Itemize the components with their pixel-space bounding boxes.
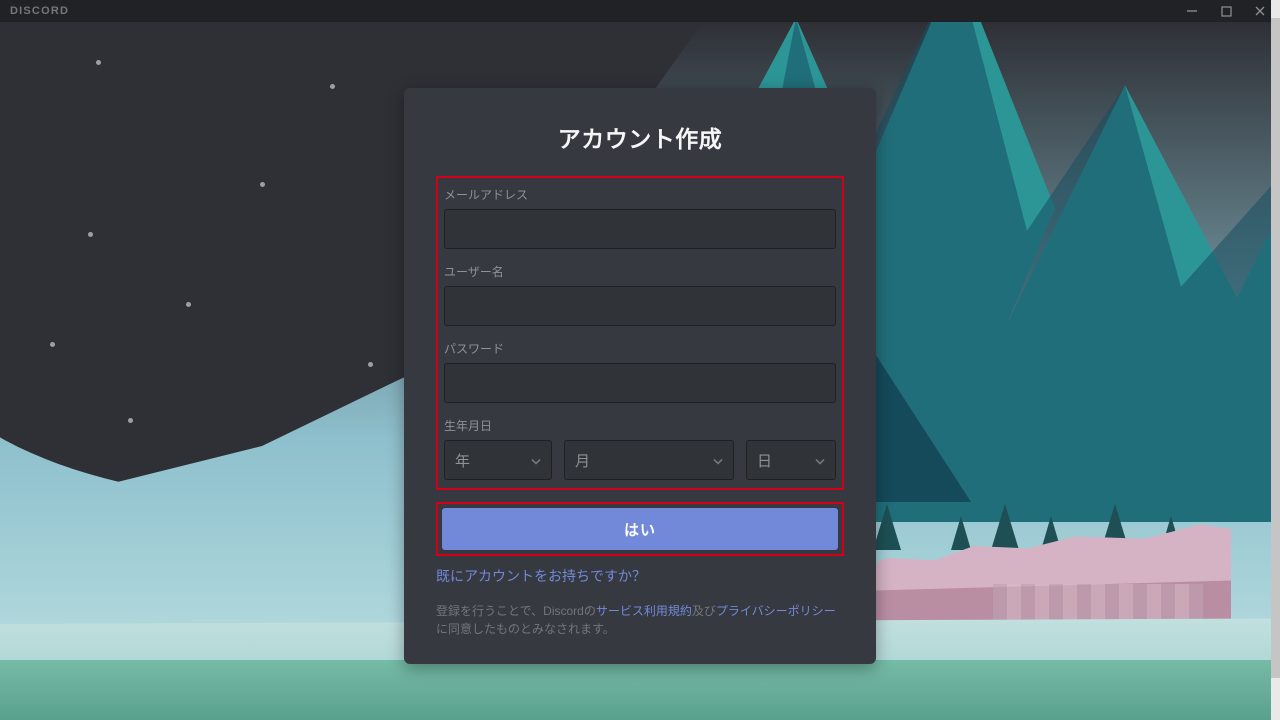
privacy-link[interactable]: プライバシーポリシー bbox=[716, 604, 836, 618]
email-input[interactable] bbox=[444, 209, 836, 249]
dob-month-select[interactable]: 月 bbox=[564, 440, 734, 480]
submit-button[interactable]: はい bbox=[442, 508, 838, 550]
dob-month-value: 月 bbox=[575, 450, 590, 471]
dob-year-value: 年 bbox=[455, 450, 470, 471]
password-input[interactable] bbox=[444, 363, 836, 403]
chevron-down-icon bbox=[713, 452, 723, 469]
chevron-down-icon bbox=[531, 452, 541, 469]
form-fields-highlight: メールアドレス ユーザー名 パスワード 生年月日 年 月 日 bbox=[436, 176, 844, 490]
chevron-down-icon bbox=[815, 452, 825, 469]
maximize-icon bbox=[1221, 6, 1232, 17]
page-scrollbar-track[interactable] bbox=[1271, 0, 1280, 720]
tos-link[interactable]: サービス利用規約 bbox=[596, 604, 692, 618]
dob-label: 生年月日 bbox=[444, 417, 836, 434]
dob-year-select[interactable]: 年 bbox=[444, 440, 552, 480]
window-close-button[interactable] bbox=[1253, 5, 1267, 17]
terms-pre: 登録を行うことで、Discordの bbox=[436, 604, 596, 618]
password-label: パスワード bbox=[444, 340, 836, 357]
app-logo-text: DISCORD bbox=[10, 5, 69, 17]
terms-post: に同意したものとみなされます。 bbox=[436, 622, 615, 636]
terms-text: 登録を行うことで、Discordのサービス利用規約及びプライバシーポリシーに同意… bbox=[436, 602, 844, 638]
window-minimize-button[interactable] bbox=[1185, 5, 1199, 17]
register-card: アカウント作成 メールアドレス ユーザー名 パスワード 生年月日 年 月 日 bbox=[404, 88, 876, 664]
username-input[interactable] bbox=[444, 286, 836, 326]
card-title: アカウント作成 bbox=[436, 120, 844, 154]
dob-day-select[interactable]: 日 bbox=[746, 440, 836, 480]
terms-mid: 及び bbox=[692, 604, 716, 618]
titlebar: DISCORD bbox=[0, 0, 1271, 22]
submit-highlight: はい bbox=[436, 502, 844, 556]
page-scrollbar-thumb[interactable] bbox=[1271, 18, 1280, 678]
window-maximize-button[interactable] bbox=[1219, 6, 1233, 17]
close-icon bbox=[1254, 5, 1266, 17]
dob-day-value: 日 bbox=[757, 450, 772, 471]
minimize-icon bbox=[1186, 5, 1198, 17]
already-have-account-link[interactable]: 既にアカウントをお持ちですか？ bbox=[436, 566, 844, 586]
email-label: メールアドレス bbox=[444, 186, 836, 203]
username-label: ユーザー名 bbox=[444, 263, 836, 280]
